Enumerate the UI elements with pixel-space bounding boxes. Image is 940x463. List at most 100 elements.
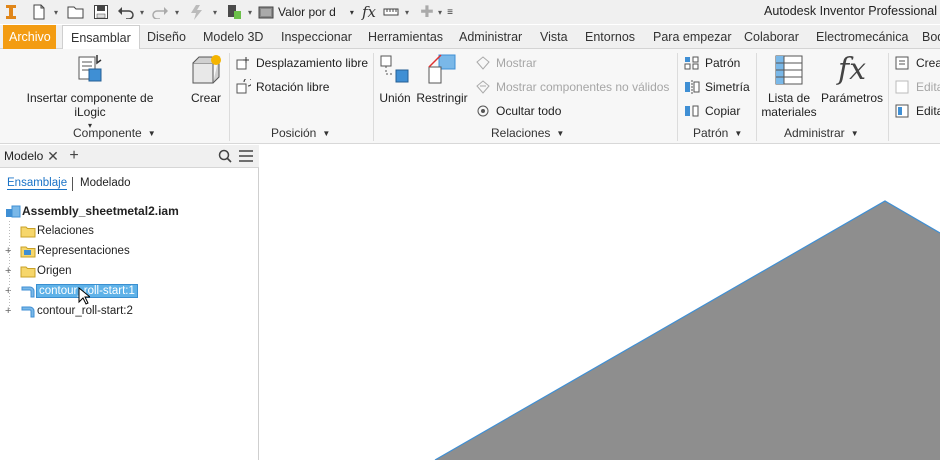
show-invalid-button[interactable]: Mostrar componentes no válidos	[475, 78, 669, 96]
new-file-icon[interactable]	[30, 3, 48, 21]
group-divider	[756, 53, 757, 141]
posicion-group-label[interactable]: Posición ▼	[271, 125, 330, 141]
administrar-group-text: Administrar	[784, 126, 845, 140]
hide-all-icon	[477, 105, 489, 117]
undo-icon[interactable]	[116, 3, 136, 21]
chevron-down-icon[interactable]: ▾	[246, 6, 254, 18]
tab-entornos[interactable]: Entornos	[577, 25, 643, 49]
tree-item-contour-roll-start-2[interactable]: + contour_roll-start:2	[0, 302, 259, 320]
pattern-button[interactable]: Patrón	[684, 54, 740, 72]
bill-of-materials-button[interactable]: Lista de materiales	[760, 53, 818, 119]
hide-all-button[interactable]: Ocultar todo	[475, 102, 561, 120]
edit-icon	[895, 104, 909, 118]
browser-title[interactable]: Modelo	[4, 149, 43, 163]
measure-icon[interactable]	[382, 3, 400, 21]
copy-label: Copiar	[705, 104, 741, 118]
mirror-icon	[685, 80, 700, 94]
show-button[interactable]: Mostrar	[475, 54, 537, 72]
menu-icon[interactable]	[238, 148, 254, 164]
edit-icon	[895, 80, 909, 94]
sheetmetal-model[interactable]	[260, 145, 940, 461]
tree-item-relaciones[interactable]: Relaciones	[0, 222, 259, 240]
tab-modelo-3d[interactable]: Modelo 3D	[195, 25, 271, 49]
browser-view-tabs: Ensamblaje Modelado	[0, 175, 259, 193]
chevron-down-icon[interactable]: ▾	[138, 6, 146, 18]
group-divider	[888, 53, 889, 141]
join-button[interactable]: Unión	[378, 53, 412, 105]
chevron-down-icon: ▼	[556, 128, 565, 138]
tab-ensamblar[interactable]: Ensamblar	[62, 25, 140, 50]
tree-item-contour-roll-start-1[interactable]: + contour_roll-start:1	[0, 282, 259, 305]
chevron-down-icon[interactable]: ▾	[211, 6, 219, 18]
join-label: Unión	[379, 91, 411, 105]
constrain-label: Restringir	[416, 91, 468, 105]
open-icon[interactable]	[66, 3, 86, 21]
tab-para-empezar[interactable]: Para empezar	[645, 25, 740, 49]
tree-item-origen[interactable]: + Origen	[0, 262, 259, 280]
chevron-down-icon[interactable]: ▾	[173, 6, 181, 18]
model-browser: Modelo ✕ + Ensamblaje Modelado Assembly_…	[0, 145, 259, 460]
free-rotate-button[interactable]: Rotación libre	[235, 78, 329, 96]
redo-icon[interactable]	[150, 3, 170, 21]
sheetmetal-part-icon	[21, 306, 35, 318]
edit-button-2[interactable]: Edita	[895, 102, 940, 120]
tab-electromecanica[interactable]: Electromecánica	[808, 25, 916, 49]
sheetmetal-part-icon	[21, 286, 35, 298]
tree-item-representaciones[interactable]: + Representaciones	[0, 242, 259, 260]
patron-group-label[interactable]: Patrón ▼	[693, 125, 742, 141]
create-layout-button[interactable]: Crea	[895, 54, 940, 72]
tree-root-assembly[interactable]: Assembly_sheetmetal2.iam	[0, 202, 259, 220]
copy-icon	[685, 105, 699, 117]
search-icon[interactable]	[217, 148, 233, 164]
create-component-button[interactable]: Crear	[188, 53, 224, 105]
copy-button[interactable]: Copiar	[684, 102, 740, 120]
close-icon[interactable]: ✕	[45, 148, 61, 164]
create-layout-label: Crea	[916, 56, 940, 70]
componente-group-label[interactable]: Componente ▼	[73, 125, 156, 141]
chevron-down-icon[interactable]: ▾	[403, 6, 411, 18]
appearance-style-combo[interactable]: Valor por d ▾	[258, 3, 354, 21]
graphics-viewport[interactable]	[260, 145, 940, 461]
update-icon[interactable]	[186, 3, 208, 21]
insert-ilogic-component-button[interactable]: Insertar componente de iLogic ▾	[14, 53, 166, 133]
tab-modelado[interactable]: Modelado	[80, 177, 131, 189]
tab-ensamblaje[interactable]: Ensamblaje	[7, 177, 68, 190]
representations-icon	[20, 246, 36, 258]
save-icon[interactable]	[92, 3, 110, 21]
customize-icon[interactable]: ≡	[445, 3, 455, 21]
folder-icon	[20, 226, 36, 238]
mirror-label: Simetría	[705, 80, 750, 94]
add-icon[interactable]: ✚	[420, 3, 434, 21]
tab-administrar[interactable]: Administrar	[451, 25, 530, 49]
fx-icon[interactable]: fx	[360, 3, 378, 21]
relaciones-group-label[interactable]: Relaciones ▼	[491, 125, 564, 141]
tab-diseno[interactable]: Diseño	[139, 25, 194, 49]
tab-herramientas[interactable]: Herramientas	[360, 25, 451, 49]
tree-connector	[9, 221, 10, 311]
chevron-down-icon[interactable]: ▾	[52, 6, 60, 18]
chevron-down-icon[interactable]: ▾	[436, 6, 444, 18]
tab-bod[interactable]: Bod	[914, 25, 940, 49]
administrar-group-label[interactable]: Administrar ▼	[784, 125, 859, 141]
tab-vista[interactable]: Vista	[532, 25, 576, 49]
add-icon[interactable]: +	[66, 147, 82, 164]
tab-inspeccionar[interactable]: Inspeccionar	[273, 25, 360, 49]
parameters-label: Parámetros	[820, 91, 884, 105]
edit-label-2: Edita	[916, 104, 940, 118]
constrain-button[interactable]: Restringir	[416, 53, 468, 105]
create-component-label: Crear	[190, 91, 221, 105]
create-layout-icon	[895, 56, 909, 70]
mirror-button[interactable]: Simetría	[684, 78, 750, 96]
quick-access-toolbar: ▾ ▾ ▾ ▾ ▾ Valor por d ▾ fx ▾ ✚ ▾ ≡ Autod…	[0, 0, 940, 24]
free-move-button[interactable]: Desplazamiento libre	[235, 54, 368, 72]
tab-archivo[interactable]: Archivo	[3, 25, 56, 49]
tree-label: contour_roll-start:2	[37, 305, 133, 317]
edit-button-1[interactable]: Edita	[895, 78, 940, 96]
tab-colaborar[interactable]: Colaborar	[736, 25, 807, 49]
inventor-logo-icon[interactable]	[4, 3, 18, 21]
chevron-down-icon: ▼	[734, 128, 743, 138]
tree-label: Origen	[37, 265, 72, 277]
material-icon[interactable]	[224, 3, 244, 21]
appearance-icon	[258, 6, 274, 19]
parameters-button[interactable]: fx Parámetros	[820, 53, 884, 106]
